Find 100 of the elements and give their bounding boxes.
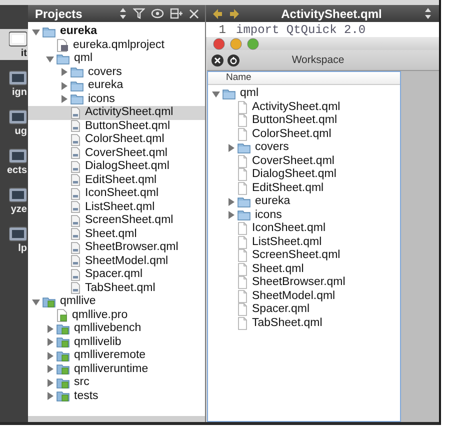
file-icon	[70, 214, 81, 227]
tree-item[interactable]: IconSheet.qml	[28, 187, 205, 200]
close-window-icon[interactable]	[213, 38, 225, 50]
tree-item[interactable]: SheetModel.qml	[28, 254, 205, 268]
column-header[interactable]: Name	[208, 72, 400, 85]
expand-arrow-icon[interactable]	[60, 82, 68, 90]
collapse-arrow-icon[interactable]	[32, 28, 40, 36]
tree-item[interactable]: ColorSheet.qml	[28, 133, 205, 146]
tree-item[interactable]: CoverSheet.qml	[208, 154, 400, 168]
file-icon	[70, 174, 81, 186]
file-icon	[237, 182, 248, 195]
collapse-arrow-icon[interactable]	[32, 298, 40, 306]
expand-arrow-icon[interactable]	[46, 378, 54, 387]
back-arrow-icon[interactable]	[213, 8, 222, 18]
tree-item[interactable]: Spacer.qml	[28, 268, 205, 282]
tree-item[interactable]: eureka	[28, 79, 205, 92]
tree-item[interactable]: DialogSheet.qml	[208, 168, 400, 182]
mode-icon	[9, 69, 27, 87]
tree-item[interactable]: qmllive	[28, 295, 205, 308]
expand-arrow-icon[interactable]	[46, 392, 54, 400]
tree-item[interactable]: covers	[28, 66, 205, 79]
expand-arrow-icon[interactable]	[227, 198, 235, 206]
folder-icon	[237, 142, 251, 154]
tree-item[interactable]: qml	[28, 52, 205, 66]
tree-item[interactable]: EditSheet.qml	[28, 174, 205, 187]
tree-item[interactable]: icons	[208, 208, 400, 222]
mode-icon	[9, 147, 27, 165]
sort-icon[interactable]	[119, 8, 127, 19]
tree-item[interactable]: eureka.qmlproject	[28, 38, 205, 52]
expand-arrow-icon[interactable]	[60, 95, 68, 104]
file-icon	[237, 303, 248, 316]
tree-item[interactable]: ListSheet.qml	[208, 236, 400, 249]
expand-arrow-icon[interactable]	[46, 338, 54, 346]
tree-item[interactable]: Sheet.qml	[208, 262, 400, 276]
file-icon	[70, 188, 81, 200]
tree-item[interactable]: covers	[208, 141, 400, 154]
collapse-arrow-icon[interactable]	[46, 54, 54, 63]
split-icon[interactable]	[170, 8, 183, 19]
file-icon	[237, 114, 248, 128]
mode-button[interactable]: lp	[0, 224, 28, 255]
tree-item[interactable]: qmllive.pro	[28, 308, 205, 322]
tree-item[interactable]: ActivitySheet.qml	[28, 106, 205, 120]
close-icon[interactable]	[211, 54, 224, 66]
tree-item[interactable]: TabSheet.qml	[208, 316, 400, 330]
tree-item[interactable]: ScreenSheet.qml	[28, 214, 205, 228]
tree-item[interactable]: CoverSheet.qml	[28, 146, 205, 160]
window-title: Workspace	[290, 54, 346, 66]
tree-item[interactable]: ButtonSheet.qml	[208, 114, 400, 128]
expand-arrow-icon[interactable]	[46, 324, 54, 333]
tree-item[interactable]: SheetBrowser.qml	[208, 276, 400, 290]
expand-arrow-icon[interactable]	[46, 352, 54, 360]
tree-item[interactable]: Spacer.qml	[208, 303, 400, 316]
expand-arrow-icon[interactable]	[46, 365, 54, 374]
zoom-window-icon[interactable]	[247, 38, 259, 50]
tree-item[interactable]: ActivitySheet.qml	[208, 100, 400, 114]
tree-item[interactable]: eureka	[28, 25, 205, 38]
collapse-arrow-icon[interactable]	[212, 90, 220, 98]
file-icon	[237, 222, 248, 236]
tree-item[interactable]: eureka	[208, 195, 400, 208]
mode-button[interactable]: yze	[0, 185, 28, 216]
tree-item[interactable]: ButtonSheet.qml	[28, 120, 205, 133]
tree-item[interactable]: tests	[28, 390, 205, 403]
expand-arrow-icon[interactable]	[227, 144, 235, 152]
expand-arrow-icon[interactable]	[60, 68, 68, 76]
tree-item[interactable]: EditSheet.qml	[208, 182, 400, 195]
file-icon	[237, 316, 248, 330]
close-icon[interactable]	[189, 8, 199, 18]
tree-item[interactable]: qmllivelib	[28, 336, 205, 349]
minimize-window-icon[interactable]	[230, 38, 242, 50]
mode-button[interactable]: ects	[0, 146, 28, 177]
tree-item[interactable]: TabSheet.qml	[28, 282, 205, 295]
forward-arrow-icon[interactable]	[230, 8, 239, 18]
folder-icon	[222, 88, 236, 100]
folder-icon	[56, 363, 70, 376]
tree-item[interactable]: src	[28, 376, 205, 390]
mode-button[interactable]: it	[0, 29, 28, 60]
tree-item[interactable]: ScreenSheet.qml	[208, 249, 400, 262]
tree-item[interactable]: ColorSheet.qml	[208, 128, 400, 141]
mode-icon	[9, 225, 27, 243]
tree-item[interactable]: qmlliveremote	[28, 349, 205, 362]
tree-item[interactable]: qmlliveruntime	[28, 362, 205, 376]
mode-button[interactable]: ug	[0, 107, 28, 138]
tree-item[interactable]: DialogSheet.qml	[28, 160, 205, 174]
tree-item[interactable]: IconSheet.qml	[208, 222, 400, 236]
folder-icon	[42, 296, 56, 308]
mode-button[interactable]: ign	[0, 68, 28, 99]
folder-icon	[56, 350, 70, 362]
tree-item[interactable]: Sheet.qml	[28, 228, 205, 241]
tree-item[interactable]: SheetModel.qml	[208, 290, 400, 303]
tree-item[interactable]: SheetBrowser.qml	[28, 241, 205, 254]
line-number: 1	[218, 23, 226, 37]
filter-icon[interactable]	[133, 8, 145, 19]
file-icon	[70, 134, 81, 146]
tree-item[interactable]: qmllivebench	[28, 322, 205, 336]
tree-item[interactable]: qml	[208, 87, 400, 100]
sort-icon[interactable]	[424, 8, 432, 19]
expand-arrow-icon[interactable]	[227, 211, 235, 220]
tree-item[interactable]: icons	[28, 92, 205, 106]
tree-item[interactable]: ListSheet.qml	[28, 200, 205, 214]
file-icon	[70, 147, 81, 160]
